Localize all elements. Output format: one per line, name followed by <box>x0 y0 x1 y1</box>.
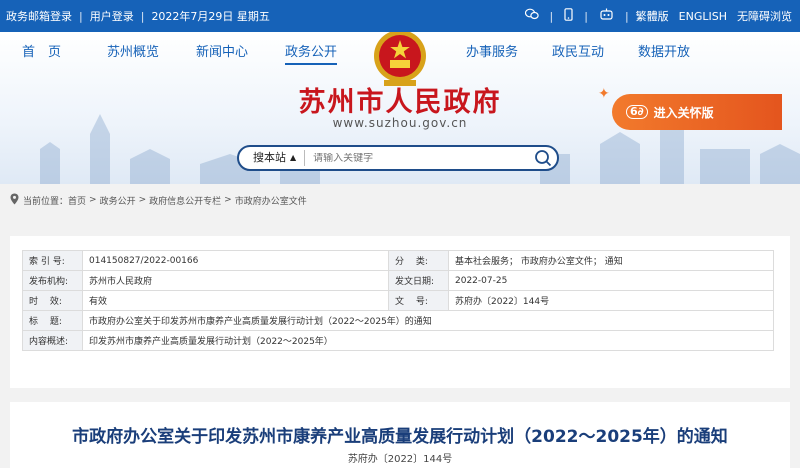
validity-value: 有效 <box>82 290 389 311</box>
doc-no-label: 文 号: <box>388 290 449 311</box>
article-panel: 市政府办公室关于印发苏州市康养产业高质量发展行动计划（2022～2025年）的通… <box>10 402 790 468</box>
breadcrumb-home[interactable]: 首页 <box>68 194 86 207</box>
user-login-link[interactable]: 用户登录 <box>90 8 134 24</box>
table-row: 时 效: 有效 文 号: 苏府办〔2022〕144号 <box>22 290 774 311</box>
title-label: 标 题: <box>22 310 83 331</box>
document-info-box: 索 引 号: 014150827/2022-00166 分 类: 基本社会服务；… <box>10 236 790 388</box>
nav-item-news[interactable]: 新闻中心 <box>196 41 248 60</box>
nav-item-services[interactable]: 办事服务 <box>466 41 518 60</box>
divider: | <box>140 9 145 23</box>
index-no-label: 索 引 号: <box>22 250 83 271</box>
doc-no-value: 苏府办〔2022〕144号 <box>448 290 774 311</box>
nav-item-overview[interactable]: 苏州概览 <box>107 41 159 60</box>
table-row: 发布机构: 苏州市人民政府 发文日期: 2022-07-25 <box>22 270 774 291</box>
breadcrumb-office-docs[interactable]: 市政府办公室文件 <box>235 194 307 207</box>
robot-icon[interactable] <box>599 8 614 25</box>
table-row: 索 引 号: 014150827/2022-00166 分 类: 基本社会服务；… <box>22 250 774 271</box>
traditional-chinese-link[interactable]: 繁體版 <box>636 8 669 24</box>
search-scope-label: 搜本站 <box>253 151 286 164</box>
breadcrumb-separator: > <box>138 195 147 205</box>
breadcrumb-separator: > <box>89 195 97 205</box>
category-label: 分 类: <box>388 250 449 271</box>
issue-date-label: 发文日期: <box>388 270 449 291</box>
nav-item-open-data[interactable]: 数据开放 <box>638 41 690 60</box>
site-header: 首 页 苏州概览 新闻中心 政务公开 办事服务 政民互动 数据开放 苏州市人民政… <box>0 32 800 184</box>
search-scope-select[interactable]: 搜本站 ▲ <box>239 150 306 166</box>
search-input[interactable] <box>305 152 529 164</box>
mobile-icon[interactable] <box>564 7 573 25</box>
care-mode-button[interactable]: 6∂ 进入关怀版 <box>612 94 782 130</box>
search-bar: 搜本站 ▲ <box>237 145 559 171</box>
index-no-value: 014150827/2022-00166 <box>82 250 389 271</box>
nav-item-gov-affairs[interactable]: 政务公开 <box>285 41 338 65</box>
divider: | <box>624 9 629 23</box>
top-bar-left: 政务邮箱登录 | 用户登录 | 2022年7月29日 星期五 <box>0 8 270 24</box>
care-mode-label: 进入关怀版 <box>653 105 714 120</box>
document-meta-table: 索 引 号: 014150827/2022-00166 分 类: 基本社会服务；… <box>22 250 774 351</box>
breadcrumb-prefix: 当前位置： <box>23 196 69 207</box>
summary-value: 印发苏州市康养产业高质量发展行动计划（2022～2025年） <box>82 330 774 351</box>
current-date: 2022年7月29日 星期五 <box>151 10 270 23</box>
sparkle-icon: ✦ <box>598 86 610 102</box>
validity-label: 时 效: <box>22 290 83 311</box>
publisher-label: 发布机构: <box>22 270 83 291</box>
breadcrumb-separator: > <box>224 195 232 205</box>
accessible-browse-link[interactable]: 无障碍浏览 <box>737 8 792 24</box>
mail-login-link[interactable]: 政务邮箱登录 <box>6 8 72 24</box>
nav-item-home[interactable]: 首 页 <box>22 41 61 60</box>
issue-date-value: 2022-07-25 <box>448 270 774 291</box>
summary-label: 内容概述: <box>22 330 83 351</box>
nav-item-interaction[interactable]: 政民互动 <box>552 41 604 60</box>
title-value: 市政府办公室关于印发苏州市康养产业高质量发展行动计划（2022～2025年）的通… <box>82 310 774 331</box>
article-doc-number: 苏府办〔2022〕144号 <box>347 454 453 465</box>
location-pin-icon <box>10 193 19 208</box>
wechat-icon[interactable] <box>524 8 539 24</box>
table-row: 标 题: 市政府办公室关于印发苏州市康养产业高质量发展行动计划（2022～202… <box>22 310 774 331</box>
divider: | <box>584 9 588 23</box>
top-bar: 政务邮箱登录 | 用户登录 | 2022年7月29日 星期五 | | | 繁體版… <box>0 0 800 32</box>
divider: | <box>79 9 83 23</box>
english-link[interactable]: ENGLISH <box>679 10 727 23</box>
top-bar-right: | | | 繁體版 ENGLISH 无障碍浏览 <box>521 0 792 32</box>
glasses-icon: 6∂ <box>626 105 648 119</box>
breadcrumb-info-column[interactable]: 政府信息公开专栏 <box>149 194 221 207</box>
table-row: 内容概述: 印发苏州市康养产业高质量发展行动计划（2022～2025年） <box>22 330 774 351</box>
breadcrumb-gov-affairs[interactable]: 政务公开 <box>100 194 136 207</box>
article-title: 市政府办公室关于印发苏州市康养产业高质量发展行动计划（2022～2025年）的通… <box>72 427 728 447</box>
search-icon <box>535 150 552 167</box>
category-value: 基本社会服务； 市政府办公室文件； 通知 <box>448 250 774 271</box>
search-button[interactable] <box>529 147 557 169</box>
caret-up-icon: ▲ <box>290 153 297 162</box>
publisher-value: 苏州市人民政府 <box>82 270 389 291</box>
divider: | <box>549 9 554 23</box>
breadcrumb: 当前位置： 首页 > 政务公开 > 政府信息公开专栏 > 市政府办公室文件 <box>0 184 800 216</box>
